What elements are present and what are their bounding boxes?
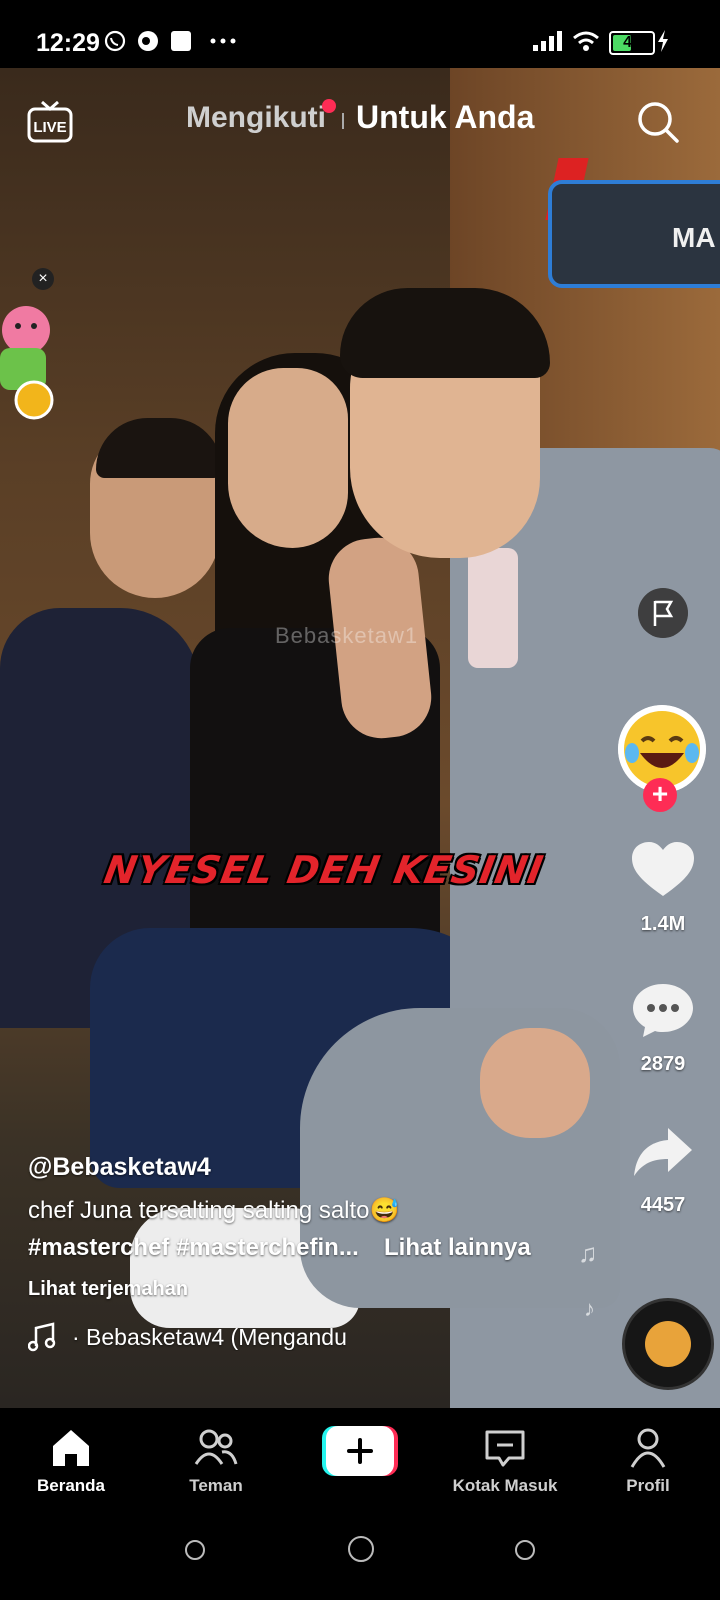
bottom-navigation: Beranda Teman Kotak Masuk Profil xyxy=(0,1408,720,1510)
promo-mascot-icon[interactable] xyxy=(0,300,58,420)
create-plus-button[interactable] xyxy=(322,1426,398,1476)
nav-home-label: Beranda xyxy=(36,1476,106,1495)
live-icon[interactable]: LIVE xyxy=(26,98,74,144)
svg-text:LIVE: LIVE xyxy=(33,119,66,136)
system-navigation-bar xyxy=(0,1510,720,1600)
background-sign: MA xyxy=(548,180,720,288)
charging-icon xyxy=(658,30,668,52)
nav-friends-label: Teman xyxy=(189,1476,243,1495)
like-count: 1.4M xyxy=(640,913,686,935)
system-back-button[interactable] xyxy=(185,1540,205,1560)
more-notifications-icon xyxy=(210,38,236,44)
gallery-notification-icon xyxy=(171,31,191,51)
translate-link[interactable]: Lihat terjemahan xyxy=(28,1278,188,1301)
post-hashtags[interactable]: #masterchef #masterchefin... xyxy=(28,1234,359,1262)
wifi-icon xyxy=(573,31,599,51)
follow-plus-button[interactable]: + xyxy=(643,778,677,812)
video-watermark: Bebasketaw1 xyxy=(275,623,419,648)
share-count: 4457 xyxy=(640,1194,686,1216)
tab-following[interactable]: Mengikuti xyxy=(186,101,326,135)
share-arrow-icon[interactable] xyxy=(630,1122,696,1182)
signal-icon xyxy=(533,31,562,51)
home-icon xyxy=(53,1430,89,1466)
tab-for-you[interactable]: Untuk Anda xyxy=(356,99,534,136)
music-icon xyxy=(28,1322,56,1352)
music-note-icon: ♫ xyxy=(578,1238,598,1268)
music-disc-button[interactable] xyxy=(622,1298,714,1390)
video-overlay-caption: NYESEL DEH KESINI xyxy=(100,848,548,892)
nav-profile[interactable]: Profil xyxy=(588,1408,708,1510)
nav-inbox[interactable]: Kotak Masuk xyxy=(445,1408,565,1510)
following-notification-dot xyxy=(322,99,336,113)
comment-count: 2879 xyxy=(640,1053,686,1075)
person-left-hair xyxy=(96,418,222,478)
system-recents-button[interactable] xyxy=(515,1540,535,1560)
whatsapp-icon xyxy=(104,30,126,52)
promo-close-button[interactable]: × xyxy=(32,268,54,290)
status-bar: 12:29 42 xyxy=(0,0,720,68)
report-flag-icon[interactable] xyxy=(638,588,688,638)
comment-icon[interactable] xyxy=(630,980,696,1040)
music-note-small-icon: ♪ xyxy=(584,1296,595,1321)
tab-separator xyxy=(342,113,344,129)
search-icon[interactable] xyxy=(636,100,680,144)
nav-friends[interactable]: Teman xyxy=(156,1408,276,1510)
profile-icon xyxy=(630,1428,666,1468)
see-more-link[interactable]: Lihat lainnya xyxy=(384,1234,531,1262)
battery-level: 42 xyxy=(623,34,641,51)
nav-home[interactable]: Beranda xyxy=(11,1408,131,1510)
music-disc-cover xyxy=(645,1321,691,1367)
battery-indicator: 42 xyxy=(609,31,655,55)
music-title[interactable]: · Bebasketaw4 (Mengandu xyxy=(72,1324,362,1351)
person-right-shirt xyxy=(468,548,518,668)
app-notification-icon xyxy=(138,31,158,51)
nav-profile-label: Profil xyxy=(626,1476,670,1495)
person-middle-head xyxy=(228,368,348,548)
post-description: chef Juna tersalting salting salto😅 xyxy=(28,1197,400,1224)
friends-icon xyxy=(194,1429,238,1465)
status-time: 12:29 xyxy=(36,29,100,57)
post-author[interactable]: @Bebasketaw4 xyxy=(28,1153,211,1182)
person-right-hair xyxy=(340,288,550,378)
like-heart-icon[interactable] xyxy=(630,840,696,900)
nav-inbox-label: Kotak Masuk xyxy=(452,1476,558,1495)
system-home-button[interactable] xyxy=(348,1536,374,1562)
inbox-icon xyxy=(485,1430,525,1467)
person-right-hands xyxy=(480,1028,590,1138)
